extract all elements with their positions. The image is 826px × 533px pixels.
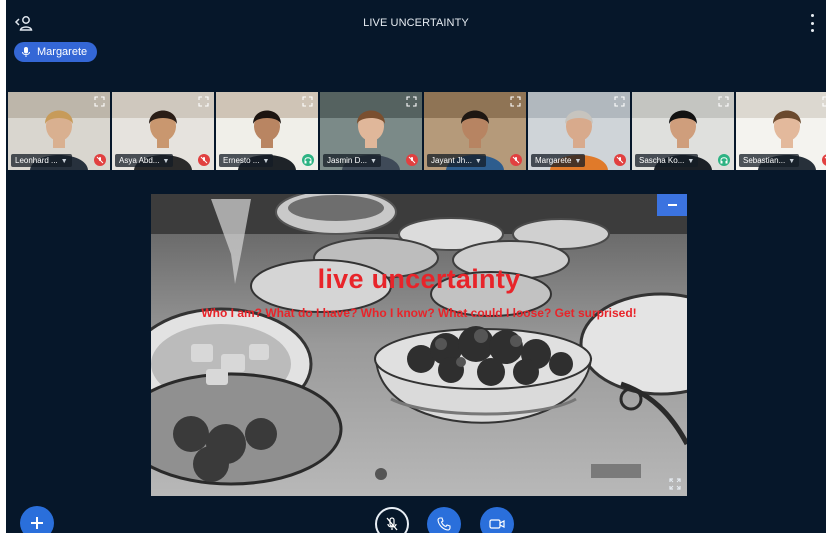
webcam-tile[interactable]: Jayant Jh... ▼ [424,92,526,170]
participant-name-text: Ernesto ... [223,156,260,165]
expand-icon[interactable] [302,96,313,107]
participant-name[interactable]: Ernesto ... ▼ [219,154,274,167]
mic-muted-icon [406,154,418,166]
microphone-icon [22,47,30,57]
headphones-icon [302,154,314,166]
plus-icon [31,517,43,529]
participant-name[interactable]: Sebastian... ▼ [739,154,800,167]
participant-name-text: Asya Abd... [119,156,160,165]
mic-muted-icon [614,154,626,166]
expand-icon[interactable] [198,96,209,107]
webcam-tile[interactable]: Asya Abd... ▼ [112,92,214,170]
webcam-tile[interactable]: Sebastian... ▼ [736,92,826,170]
slide-subtitle: Who I am? What do I have? Who I know? Wh… [201,306,637,320]
participant-name[interactable]: Jayant Jh... ▼ [427,154,486,167]
participant-name-text: Jayant Jh... [431,156,472,165]
webcam-tile[interactable]: Ernesto ... ▼ [216,92,318,170]
conference-window: LIVE UNCERTAINTY Margarete Leonhard ... ▼ [6,0,826,533]
talking-indicator[interactable]: Margarete [14,42,98,62]
headphones-icon [718,154,730,166]
expand-icon[interactable] [822,96,826,107]
talking-name: Margarete [37,46,88,58]
participant-name[interactable]: Sascha Ko... ▼ [635,154,699,167]
expand-icon[interactable] [94,96,105,107]
slide-title: live uncertainty [317,264,521,294]
slide-photo [151,194,687,496]
webcam-tile[interactable]: Jasmin D... ▼ [320,92,422,170]
video-camera-icon [489,519,505,529]
mic-muted-icon [198,154,210,166]
expand-icon[interactable] [510,96,521,107]
mic-muted-icon [510,154,522,166]
chevron-down-icon: ▼ [162,158,170,165]
chevron-down-icon: ▼ [574,158,582,165]
participant-name[interactable]: Margarete ▼ [531,154,586,167]
webcam-tile[interactable]: Sascha Ko... ▼ [632,92,734,170]
expand-icon[interactable] [614,96,625,107]
chevron-down-icon: ▼ [60,158,68,165]
chevron-down-icon: ▼ [370,158,377,165]
participant-name-text: Leonhard ... [15,156,58,165]
expand-icon[interactable] [718,96,729,107]
chevron-down-icon: ▼ [788,158,796,165]
meeting-title: LIVE UNCERTAINTY [363,17,469,29]
more-vertical-icon[interactable] [808,14,816,32]
participant-name[interactable]: Asya Abd... ▼ [115,154,174,167]
participant-name[interactable]: Leonhard ... ▼ [11,154,72,167]
mute-button[interactable] [375,507,409,533]
fullscreen-icon[interactable] [669,478,681,490]
leave-audio-button[interactable] [427,507,461,533]
expand-icon[interactable] [406,96,417,107]
chevron-down-icon: ▼ [262,158,270,165]
chevron-down-icon: ▼ [474,158,482,165]
mic-muted-icon [94,154,106,166]
phone-icon [437,517,451,531]
share-webcam-button[interactable] [480,507,514,533]
participant-name-text: Sebastian... [743,156,786,165]
webcam-tile[interactable]: Margarete ▼ [528,92,630,170]
actions-button[interactable] [20,506,54,533]
top-bar: LIVE UNCERTAINTY [6,0,826,42]
participant-name-text: Jasmin D... [327,156,368,165]
chevron-down-icon: ▼ [687,158,695,165]
webcam-strip: Leonhard ... ▼ Asya Abd... ▼ Ernesto ...… [8,92,826,170]
webcam-tile[interactable]: Leonhard ... ▼ [8,92,110,170]
participant-name[interactable]: Jasmin D... ▼ [323,154,381,167]
participant-name-text: Margarete [535,156,572,165]
participant-name-text: Sascha Ko... [639,156,685,165]
mic-muted-icon [386,517,398,531]
presentation-area: live uncertainty Who I am? What do I hav… [151,194,687,496]
minimize-icon[interactable] [657,194,687,216]
